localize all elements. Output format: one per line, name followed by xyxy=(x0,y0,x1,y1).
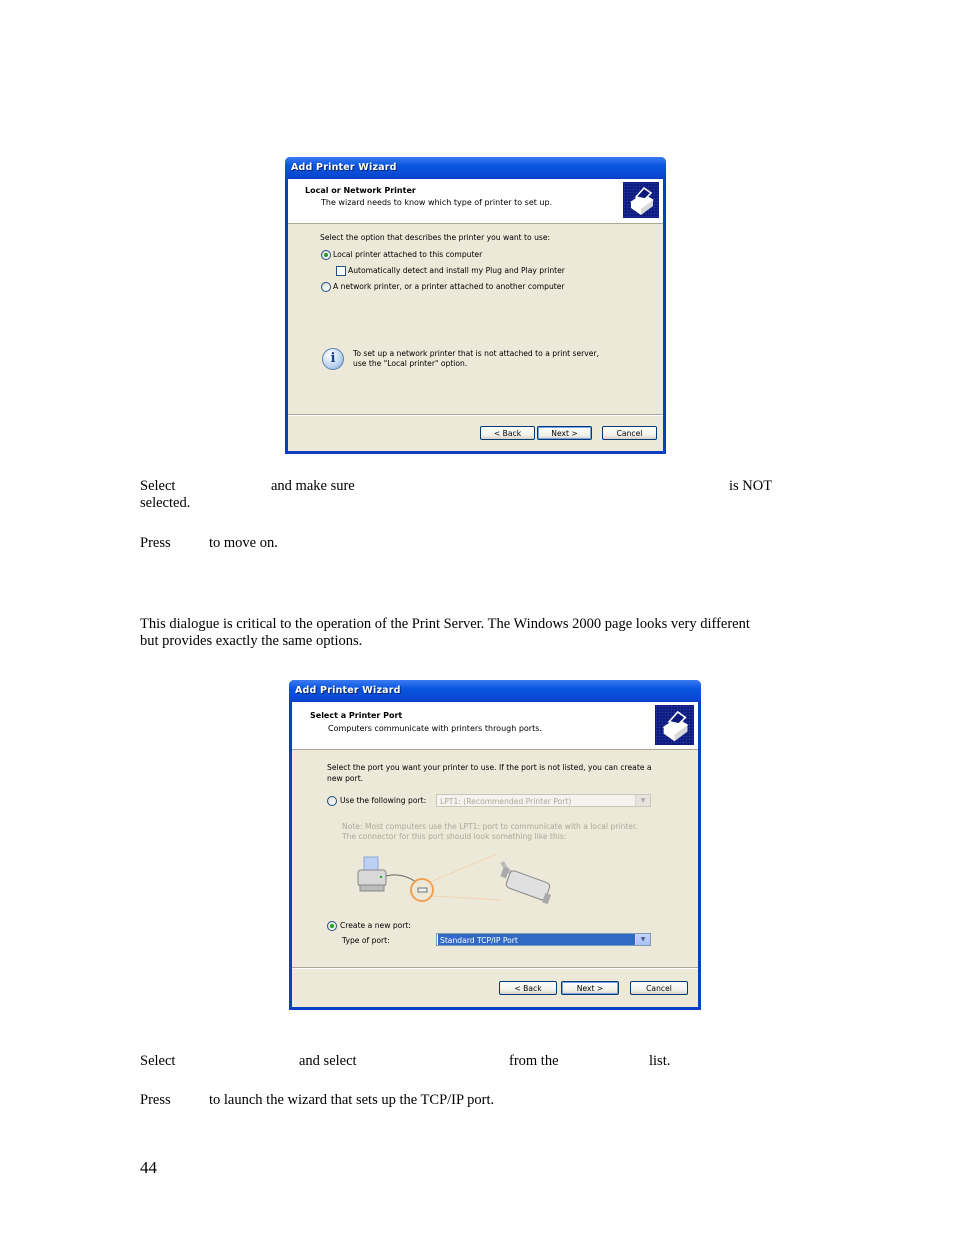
header-subtitle: Computers communicate with printers thro… xyxy=(328,724,542,733)
create-new-port-label[interactable]: Create a new port: xyxy=(340,921,411,930)
dialog-client-area: Select a Printer Port Computers communic… xyxy=(292,702,698,1007)
instruction-select-1b: and make sure xyxy=(271,478,355,494)
instruction-select-1d: selected. xyxy=(140,495,191,511)
note-line1: Note: Most computers use the LPT1: port … xyxy=(342,822,638,831)
instruction-select-2b: and select xyxy=(299,1053,357,1069)
port-select[interactable]: LPT1: (Recommended Printer Port) ▼ xyxy=(436,794,651,807)
auto-detect-checkbox[interactable] xyxy=(336,266,346,276)
description-line1: This dialogue is critical to the operati… xyxy=(140,616,750,632)
back-button[interactable]: < Back xyxy=(480,426,535,440)
use-following-port-radio[interactable] xyxy=(327,796,337,806)
prompt-line2: new port. xyxy=(327,774,364,783)
description-line2: but provides exactly the same options. xyxy=(140,633,363,649)
info-icon: i xyxy=(322,348,344,370)
add-printer-wizard-dialog-2: Add Printer Wizard Select a Printer Port… xyxy=(289,680,701,1010)
type-of-port-select[interactable]: Standard TCP/IP Port ▼ xyxy=(436,933,651,946)
cancel-button[interactable]: Cancel xyxy=(602,426,657,440)
network-printer-label[interactable]: A network printer, or a printer attached… xyxy=(333,282,565,291)
wizard-header: Select a Printer Port Computers communic… xyxy=(292,702,698,750)
note-line2: The connector for this port should look … xyxy=(342,832,567,841)
db25-connector-icon xyxy=(500,861,552,905)
header-subtitle: The wizard needs to know which type of p… xyxy=(321,198,553,207)
instruction-press-1b: to move on. xyxy=(209,535,278,551)
parallel-port-illustration xyxy=(352,852,562,932)
header-title: Local or Network Printer xyxy=(305,186,416,195)
printer-icon xyxy=(655,705,694,745)
auto-detect-label[interactable]: Automatically detect and install my Plug… xyxy=(348,266,565,275)
dialog-title-bar: Add Printer Wizard xyxy=(285,157,666,179)
footer-separator xyxy=(288,414,663,416)
wizard-header: Local or Network Printer The wizard need… xyxy=(288,179,663,224)
local-printer-radio[interactable] xyxy=(321,250,331,260)
header-title: Select a Printer Port xyxy=(310,711,403,720)
local-printer-label[interactable]: Local printer attached to this computer xyxy=(333,250,482,259)
info-text-line1: To set up a network printer that is not … xyxy=(353,349,599,358)
printer-icon xyxy=(623,182,659,218)
page-number: 44 xyxy=(140,1158,157,1177)
prompt-label: Select the option that describes the pri… xyxy=(320,233,551,242)
back-button[interactable]: < Back xyxy=(499,981,557,995)
next-button[interactable]: Next > xyxy=(561,981,619,995)
cancel-button[interactable]: Cancel xyxy=(630,981,688,995)
instruction-select-2c: from the xyxy=(509,1053,559,1069)
type-of-port-label: Type of port: xyxy=(342,936,390,945)
create-new-port-radio[interactable] xyxy=(327,921,337,931)
printer-illustration-icon xyxy=(357,856,387,892)
chevron-down-icon[interactable]: ▼ xyxy=(635,795,650,806)
use-following-port-label[interactable]: Use the following port: xyxy=(340,796,426,805)
port-select-value: LPT1: (Recommended Printer Port) xyxy=(440,797,572,806)
chevron-down-icon[interactable]: ▼ xyxy=(635,934,650,945)
type-of-port-value: Standard TCP/IP Port xyxy=(438,934,635,945)
network-printer-radio[interactable] xyxy=(321,282,331,292)
instruction-press-1a: Press xyxy=(140,535,171,551)
instruction-select-1c: is NOT xyxy=(729,478,773,494)
next-button[interactable]: Next > xyxy=(537,426,592,440)
dialog-title-bar: Add Printer Wizard xyxy=(289,680,701,702)
dialog-client-area: Local or Network Printer The wizard need… xyxy=(288,179,663,451)
instruction-select-2a: Select xyxy=(140,1053,176,1069)
instruction-select-1a: Select xyxy=(140,478,176,494)
instruction-press-2a: Press xyxy=(140,1092,171,1108)
instruction-select-2d: list. xyxy=(649,1053,671,1069)
add-printer-wizard-dialog-1: Add Printer Wizard Local or Network Prin… xyxy=(285,157,666,454)
info-text-line2: use the "Local printer" option. xyxy=(353,359,468,368)
instruction-press-2b: to launch the wizard that sets up the TC… xyxy=(209,1092,495,1108)
prompt-line1: Select the port you want your printer to… xyxy=(327,763,652,772)
footer-separator xyxy=(292,967,698,969)
